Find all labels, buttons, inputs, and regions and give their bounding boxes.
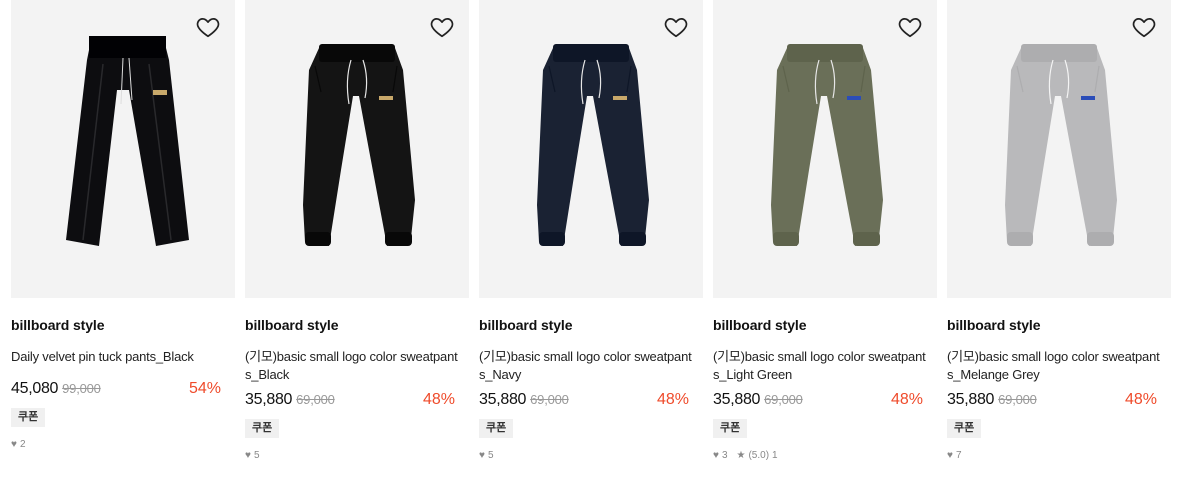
like-count: 3 — [721, 450, 728, 461]
waistband — [1021, 44, 1097, 62]
wishlist-heart-icon[interactable] — [897, 14, 923, 40]
price-row: 35,880 69,000 48% — [479, 390, 703, 410]
product-meta: ♥ 7 — [947, 450, 1171, 462]
original-price: 99,000 — [62, 381, 101, 396]
pants-body — [303, 48, 415, 246]
heart-icon: ♥ — [713, 450, 719, 461]
pants-body — [771, 48, 883, 246]
brand-name[interactable]: billboard style — [11, 318, 235, 332]
brand-name[interactable]: billboard style — [479, 318, 703, 332]
wishlist-heart-icon[interactable] — [195, 14, 221, 40]
logo-patch — [1081, 96, 1095, 100]
sale-price: 35,880 — [713, 391, 761, 408]
original-price: 69,000 — [296, 392, 335, 407]
product-image[interactable] — [713, 0, 937, 298]
coupon-badge: 쿠폰 — [11, 408, 46, 427]
pants-body — [66, 40, 189, 246]
discount-rate: 48% — [656, 391, 689, 408]
like-count: 2 — [19, 439, 26, 450]
cuff-left — [539, 232, 565, 246]
pants-body — [537, 48, 649, 246]
rating-score: (5.0) — [748, 450, 770, 461]
review-count: 1 — [772, 450, 778, 461]
product-meta: ♥ 5 — [245, 450, 469, 462]
brand-name[interactable]: billboard style — [947, 318, 1171, 332]
product-image[interactable] — [245, 0, 469, 298]
price-row: 35,880 69,000 48% — [245, 390, 469, 410]
heart-icon: ♥ — [11, 439, 17, 450]
product-image[interactable] — [947, 0, 1171, 298]
product-card[interactable]: billboard style Daily velvet pin tuck pa… — [11, 0, 235, 462]
waistband — [89, 36, 166, 58]
cuff-right — [619, 232, 646, 246]
waistband — [553, 44, 629, 62]
product-card[interactable]: billboard style (기모)basic small logo col… — [245, 0, 469, 462]
pants-illustration — [537, 44, 649, 246]
product-name[interactable]: (기모)basic small logo color sweatpants_Me… — [947, 348, 1163, 384]
pants-illustration — [303, 44, 415, 246]
product-meta: ♥ 5 — [479, 450, 703, 462]
heart-icon: ♥ — [245, 450, 251, 461]
product-meta: ♥ 3 ★ (5.0) 1 — [713, 450, 937, 462]
heart-icon: ♥ — [479, 450, 485, 461]
discount-rate: 48% — [890, 391, 923, 408]
wishlist-heart-icon[interactable] — [1131, 14, 1157, 40]
wishlist-heart-icon[interactable] — [429, 14, 455, 40]
like-count: 7 — [955, 450, 962, 461]
waistband — [787, 44, 863, 62]
cuff-left — [1007, 232, 1033, 246]
logo-patch — [613, 96, 627, 100]
pants-body — [1005, 48, 1117, 246]
brand-name[interactable]: billboard style — [245, 318, 469, 332]
cuff-left — [773, 232, 799, 246]
wishlist-heart-icon[interactable] — [663, 14, 689, 40]
coupon-badge: 쿠폰 — [479, 419, 514, 438]
sale-price: 35,880 — [479, 391, 527, 408]
price-row: 35,880 69,000 48% — [947, 390, 1171, 410]
pants-illustration — [66, 36, 189, 246]
discount-rate: 48% — [1124, 391, 1157, 408]
like-count: 5 — [487, 450, 494, 461]
coupon-badge: 쿠폰 — [947, 419, 982, 438]
product-image[interactable] — [11, 0, 235, 298]
product-name[interactable]: Daily velvet pin tuck pants_Black — [11, 348, 227, 366]
sale-price: 35,880 — [947, 391, 995, 408]
logo-patch — [847, 96, 861, 100]
original-price: 69,000 — [530, 392, 569, 407]
coupon-badge: 쿠폰 — [713, 419, 748, 438]
brand-name[interactable]: billboard style — [713, 318, 937, 332]
star-icon: ★ — [736, 450, 746, 461]
like-count: 5 — [253, 450, 260, 461]
product-card[interactable]: billboard style (기모)basic small logo col… — [947, 0, 1171, 462]
product-card[interactable]: billboard style (기모)basic small logo col… — [479, 0, 703, 462]
original-price: 69,000 — [998, 392, 1037, 407]
sale-price: 35,880 — [245, 391, 293, 408]
heart-icon: ♥ — [947, 450, 953, 461]
product-meta: ♥ 2 — [11, 439, 235, 451]
product-grid: billboard style Daily velvet pin tuck pa… — [11, 0, 1171, 462]
sale-price: 45,080 — [11, 380, 59, 397]
price-row: 45,080 99,000 54% — [11, 379, 235, 399]
pants-illustration — [771, 44, 883, 246]
logo-patch — [153, 90, 167, 95]
product-name[interactable]: (기모)basic small logo color sweatpants_Li… — [713, 348, 929, 384]
waistband — [319, 44, 395, 62]
coupon-badge: 쿠폰 — [245, 419, 280, 438]
discount-rate: 54% — [188, 380, 221, 397]
pants-illustration — [1005, 44, 1117, 246]
product-image[interactable] — [479, 0, 703, 298]
cuff-left — [305, 232, 331, 246]
original-price: 69,000 — [764, 392, 803, 407]
cuff-right — [1087, 232, 1114, 246]
logo-patch — [379, 96, 393, 100]
product-card[interactable]: billboard style (기모)basic small logo col… — [713, 0, 937, 462]
cuff-right — [853, 232, 880, 246]
product-name[interactable]: (기모)basic small logo color sweatpants_Bl… — [245, 348, 461, 384]
discount-rate: 48% — [422, 391, 455, 408]
price-row: 35,880 69,000 48% — [713, 390, 937, 410]
product-name[interactable]: (기모)basic small logo color sweatpants_Na… — [479, 348, 695, 384]
cuff-right — [385, 232, 412, 246]
